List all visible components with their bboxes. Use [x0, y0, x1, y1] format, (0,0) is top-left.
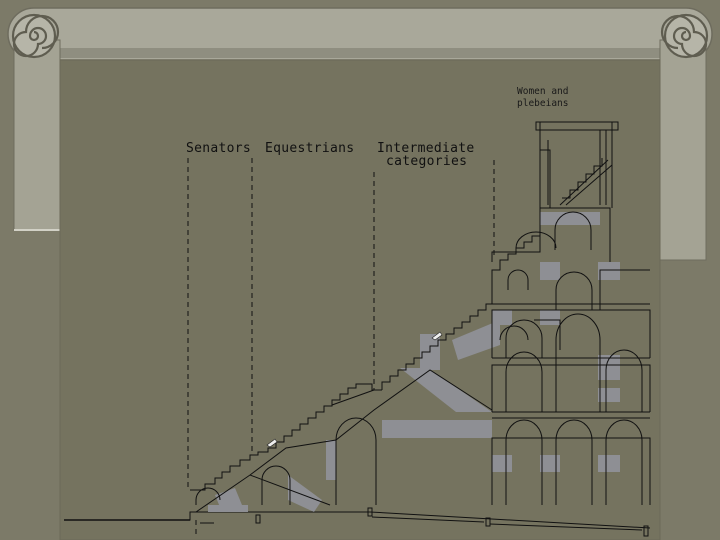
senators-label: Senators — [186, 141, 252, 156]
plebeians-label: plebeians — [517, 98, 569, 109]
equestrians-label: Equestrians — [265, 141, 355, 156]
categories-label: categories — [386, 154, 468, 169]
colosseum-section-diagram — [0, 0, 720, 540]
women-label: Women and — [517, 86, 569, 97]
slide: Senators Equestrians Intermediate catego… — [0, 0, 720, 540]
